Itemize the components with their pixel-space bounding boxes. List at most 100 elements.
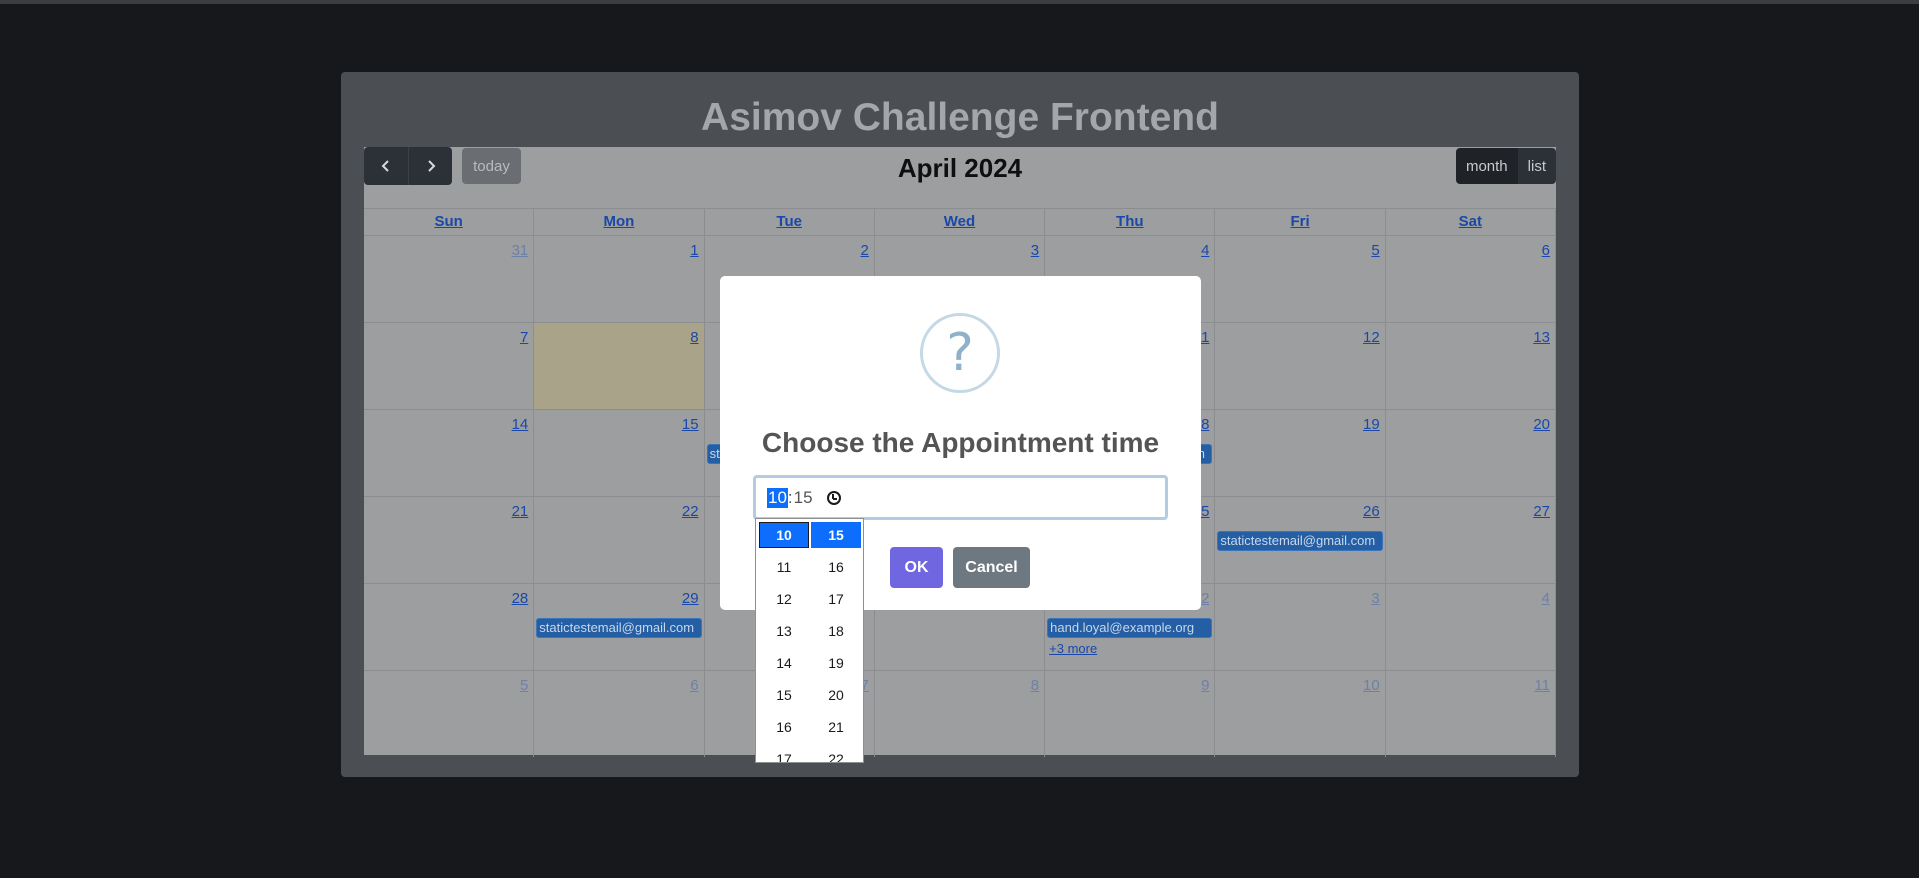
hour-option[interactable]: 12 xyxy=(759,586,809,618)
day-number[interactable]: 5 xyxy=(1371,242,1379,259)
day-number[interactable]: 6 xyxy=(690,677,698,694)
minute-option[interactable]: 16 xyxy=(811,554,861,586)
list-view-button[interactable]: list xyxy=(1517,148,1556,184)
dow-fri[interactable]: Fri xyxy=(1215,209,1386,235)
hour-option[interactable]: 14 xyxy=(759,650,809,682)
view-switcher: month list xyxy=(1455,148,1556,184)
week-row: 5 6 7 8 9 10 11 xyxy=(364,670,1556,757)
minute-option-selected[interactable]: 15 xyxy=(811,522,861,548)
day-number[interactable]: 29 xyxy=(682,590,699,607)
day-cell[interactable]: 28 xyxy=(364,584,535,670)
day-cell[interactable]: 7 xyxy=(364,323,535,409)
day-cell[interactable]: 29 statictestemail@gmail.com xyxy=(534,584,705,670)
day-cell[interactable]: 21 xyxy=(364,497,535,583)
day-number[interactable]: 2 xyxy=(1201,590,1209,607)
hour-option[interactable]: 16 xyxy=(759,714,809,746)
month-view-button[interactable]: month xyxy=(1455,148,1518,184)
minute-option[interactable]: 19 xyxy=(811,650,861,682)
day-cell[interactable]: 11 xyxy=(1386,671,1556,757)
calendar-event[interactable]: statictestemail@gmail.com xyxy=(536,618,702,638)
more-events-link[interactable]: +3 more xyxy=(1049,641,1097,656)
day-cell[interactable]: 22 xyxy=(534,497,705,583)
day-number[interactable]: 2 xyxy=(861,242,869,259)
calendar-event[interactable]: hand.loyal@example.org xyxy=(1047,618,1213,638)
day-number[interactable]: 13 xyxy=(1533,329,1550,346)
day-number[interactable]: 8 xyxy=(690,329,698,346)
day-number[interactable]: 21 xyxy=(512,503,529,520)
day-number[interactable]: 14 xyxy=(512,416,529,433)
day-cell[interactable]: 27 xyxy=(1386,497,1556,583)
day-cell[interactable]: 1 xyxy=(534,236,705,322)
day-number[interactable]: 8 xyxy=(1031,677,1039,694)
hours-column: 10 11 12 13 14 15 16 17 xyxy=(759,522,809,762)
day-number[interactable]: 9 xyxy=(1201,677,1209,694)
calendar-event[interactable]: statictestemail@gmail.com xyxy=(1217,531,1383,551)
dow-mon[interactable]: Mon xyxy=(534,209,705,235)
hours-segment[interactable]: 10 xyxy=(767,487,788,508)
day-number[interactable]: 1 xyxy=(690,242,698,259)
day-number[interactable]: 31 xyxy=(512,242,529,259)
day-number[interactable]: 28 xyxy=(512,590,529,607)
day-number[interactable]: 27 xyxy=(1533,503,1550,520)
day-number[interactable]: 12 xyxy=(1363,329,1380,346)
hour-option[interactable]: 11 xyxy=(759,554,809,586)
day-cell[interactable]: 6 xyxy=(534,671,705,757)
minute-option[interactable]: 21 xyxy=(811,714,861,746)
day-cell[interactable]: 26 statictestemail@gmail.com xyxy=(1215,497,1386,583)
day-number[interactable]: 3 xyxy=(1371,590,1379,607)
clock-icon[interactable] xyxy=(826,490,841,505)
dow-wed[interactable]: Wed xyxy=(875,209,1046,235)
day-cell[interactable]: 31 xyxy=(364,236,535,322)
day-cell[interactable]: 14 xyxy=(364,410,535,496)
day-number[interactable]: 5 xyxy=(520,677,528,694)
day-cell[interactable]: 10 xyxy=(1215,671,1386,757)
dow-sat[interactable]: Sat xyxy=(1386,209,1556,235)
day-number[interactable]: 22 xyxy=(682,503,699,520)
dialog-title: Choose the Appointment time xyxy=(761,427,1160,458)
day-number[interactable]: 7 xyxy=(520,329,528,346)
day-cell[interactable]: 19 xyxy=(1215,410,1386,496)
cancel-button[interactable]: Cancel xyxy=(953,547,1030,588)
hour-option-selected[interactable]: 10 xyxy=(759,522,809,548)
ok-button[interactable]: OK xyxy=(890,547,943,588)
day-number[interactable]: 6 xyxy=(1542,242,1550,259)
day-cell[interactable]: 5 xyxy=(364,671,535,757)
day-cell[interactable]: 12 xyxy=(1215,323,1386,409)
dow-thu[interactable]: Thu xyxy=(1045,209,1216,235)
day-cell[interactable]: 20 xyxy=(1386,410,1556,496)
day-number[interactable]: 4 xyxy=(1542,590,1550,607)
time-separator: : xyxy=(787,487,793,507)
minutes-segment[interactable]: 15 xyxy=(794,488,813,508)
hour-option[interactable]: 15 xyxy=(759,682,809,714)
day-cell[interactable]: 5 xyxy=(1215,236,1386,322)
day-number[interactable]: 26 xyxy=(1363,503,1380,520)
day-cell-today[interactable]: 8 xyxy=(534,323,705,409)
calendar-title: April 2024 xyxy=(897,153,1023,183)
dow-sun[interactable]: Sun xyxy=(364,209,535,235)
top-bar xyxy=(0,0,1919,4)
day-cell[interactable]: 15 xyxy=(534,410,705,496)
day-number[interactable]: 10 xyxy=(1363,677,1380,694)
minute-option[interactable]: 18 xyxy=(811,618,861,650)
day-cell[interactable]: 6 xyxy=(1386,236,1556,322)
day-number[interactable]: 11 xyxy=(1534,677,1550,694)
hour-option[interactable]: 17 xyxy=(759,746,809,762)
dow-tue[interactable]: Tue xyxy=(705,209,875,235)
day-of-week-header: Sun Mon Tue Wed Thu Fri Sat xyxy=(364,209,1556,235)
minute-option[interactable]: 17 xyxy=(811,586,861,618)
day-number[interactable]: 15 xyxy=(682,416,699,433)
day-cell[interactable]: 9 xyxy=(1045,671,1216,757)
minute-option[interactable]: 20 xyxy=(811,682,861,714)
day-cell[interactable]: 8 xyxy=(875,671,1046,757)
day-cell[interactable]: 13 xyxy=(1386,323,1556,409)
day-number[interactable]: 3 xyxy=(1031,242,1039,259)
hour-option[interactable]: 13 xyxy=(759,618,809,650)
day-number[interactable]: 4 xyxy=(1201,242,1209,259)
day-cell[interactable]: 4 xyxy=(1386,584,1556,670)
time-input[interactable]: 10:15 xyxy=(753,475,1168,520)
minute-option[interactable]: 22 xyxy=(811,746,861,762)
day-number[interactable]: 20 xyxy=(1533,416,1550,433)
question-icon: ? xyxy=(920,313,1000,393)
day-cell[interactable]: 3 xyxy=(1215,584,1386,670)
day-number[interactable]: 19 xyxy=(1363,416,1380,433)
